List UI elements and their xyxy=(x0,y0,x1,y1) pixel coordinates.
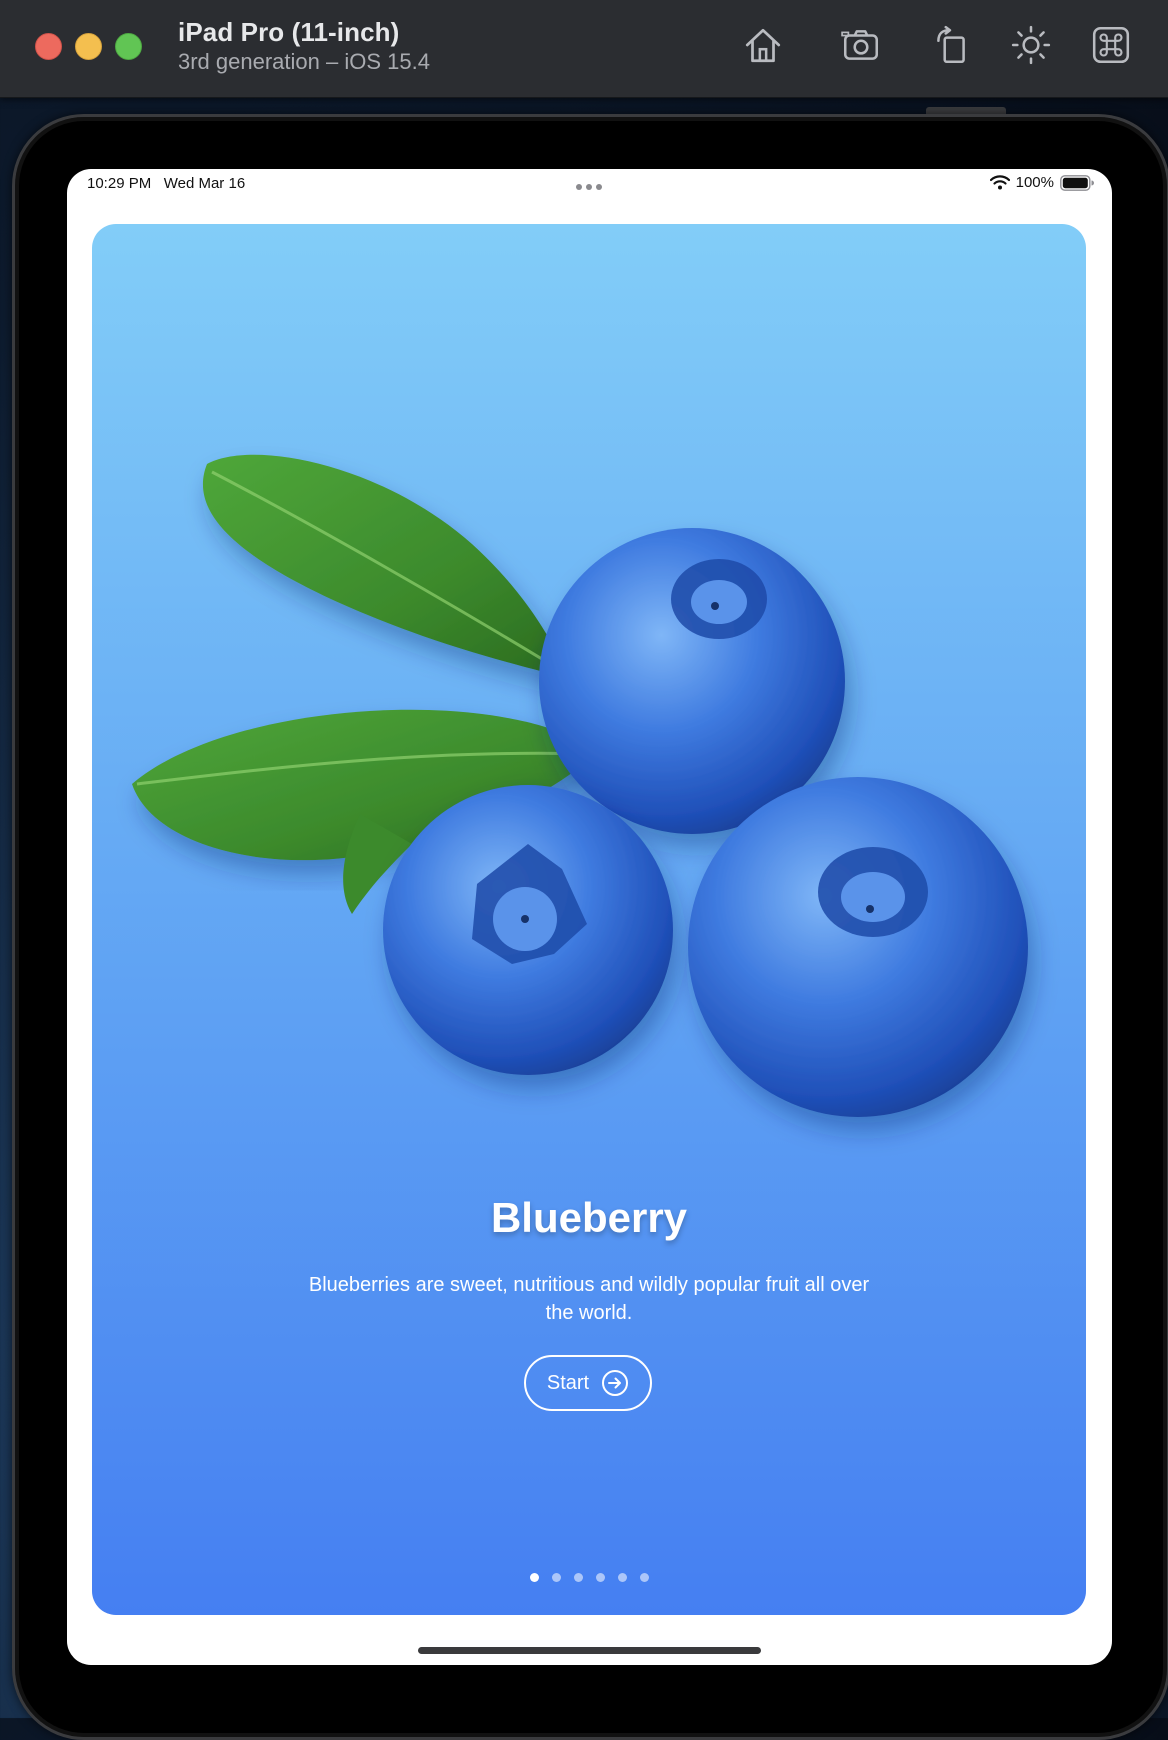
home-icon xyxy=(745,28,781,63)
home-button[interactable] xyxy=(740,22,786,68)
appearance-icon xyxy=(1011,25,1051,65)
page-dot-1[interactable] xyxy=(529,1573,539,1582)
page-dot-5[interactable] xyxy=(617,1573,627,1582)
start-button[interactable]: Start xyxy=(524,1355,652,1411)
fruit-title: Blueberry xyxy=(490,1194,688,1241)
status-bar-right: 100% xyxy=(989,174,1094,191)
berry-right xyxy=(688,777,1028,1117)
minimize-window-button[interactable] xyxy=(75,33,102,60)
wifi-icon xyxy=(989,175,1010,190)
simulator-title-bar: iPad Pro (11-inch) 3rd generation – iOS … xyxy=(0,0,1168,98)
rotate-icon xyxy=(937,25,965,64)
page-dot-4[interactable] xyxy=(595,1573,605,1582)
page-dot-3[interactable] xyxy=(573,1573,583,1582)
close-window-button[interactable] xyxy=(35,33,62,60)
screenshot-icon xyxy=(841,30,879,60)
battery-icon xyxy=(1060,174,1094,191)
status-time: 10:29 PM xyxy=(87,175,152,192)
fruit-description: Blueberries are sweet, nutritious and wi… xyxy=(308,1274,870,1324)
appearance-button[interactable] xyxy=(1008,22,1054,68)
page-dot-6[interactable] xyxy=(639,1573,649,1582)
page-dot-2[interactable] xyxy=(551,1573,561,1582)
berry-left xyxy=(383,785,673,1075)
onboarding-card[interactable]: Blueberry Blueberries are sweet, nutriti… xyxy=(92,224,1086,1615)
multitasking-handle[interactable] xyxy=(576,184,602,190)
screenshot-button[interactable] xyxy=(838,22,884,68)
leaf-top xyxy=(202,454,572,679)
ipad-screen: 10:29 PM Wed Mar 16 100% Blueberry Blueb… xyxy=(67,169,1112,1665)
device-name: iPad Pro (11-inch) xyxy=(178,17,400,47)
battery-percent: 100% xyxy=(1015,174,1054,191)
shortcuts-icon xyxy=(1092,26,1130,64)
device-subtitle: 3rd generation – iOS 15.4 xyxy=(178,49,430,74)
start-button-label: Start xyxy=(546,1371,590,1394)
arrow-right-circle-icon xyxy=(602,1370,629,1396)
shortcuts-button[interactable] xyxy=(1088,22,1134,68)
home-indicator[interactable] xyxy=(418,1647,761,1654)
status-bar-clock: 10:29 PM Wed Mar 16 xyxy=(87,175,245,192)
rotate-button[interactable] xyxy=(928,22,974,68)
page-indicator[interactable] xyxy=(92,1573,1086,1582)
status-date: Wed Mar 16 xyxy=(163,175,246,192)
zoom-window-button[interactable] xyxy=(115,33,142,60)
